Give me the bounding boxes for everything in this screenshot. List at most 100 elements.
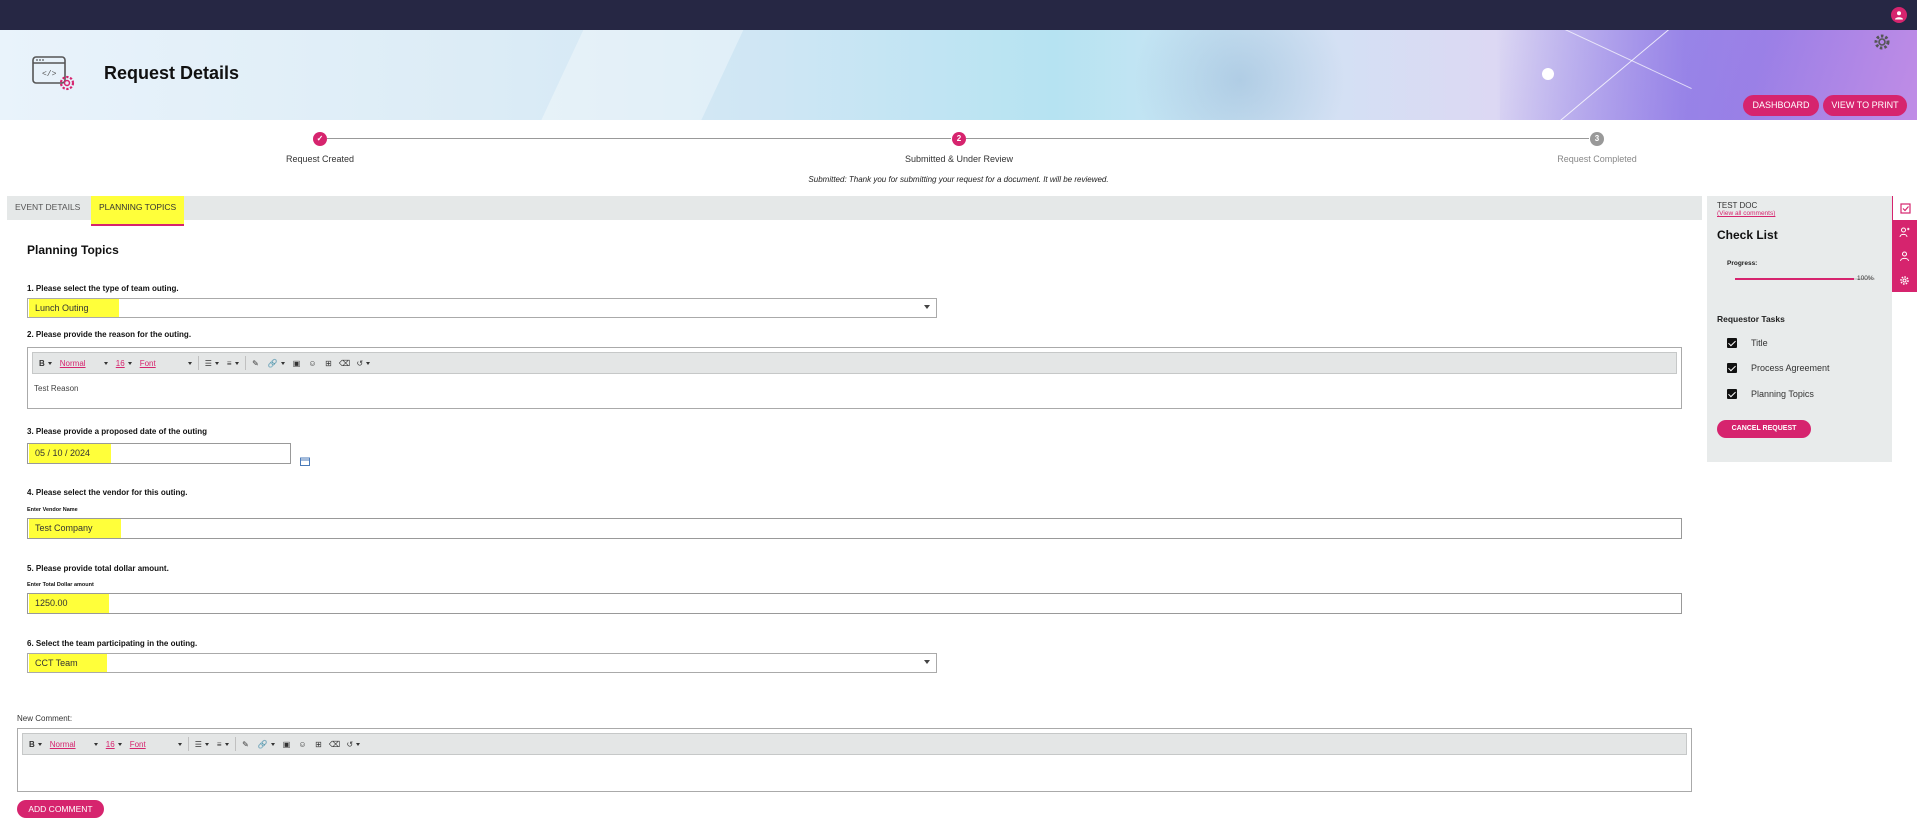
checklist-title: Check List	[1717, 228, 1778, 242]
comment-editor[interactable]: B Normal 16 Font ☰ ≡ ✎ 🔗 ▣ ☺ ⊞ ⌫ ↺	[17, 728, 1692, 792]
font-size-select[interactable]: 16	[104, 736, 124, 752]
undo-icon[interactable]: ↺	[345, 736, 363, 752]
top-bar	[0, 0, 1917, 30]
view-to-print-button[interactable]: VIEW TO PRINT	[1823, 95, 1907, 116]
font-family-select[interactable]: Font	[138, 355, 194, 371]
bold-button[interactable]: B	[37, 355, 54, 371]
vendor-name-input[interactable]: Test Company	[27, 518, 1682, 539]
outing-date-input[interactable]: 05 / 10 / 2024	[27, 443, 291, 464]
editor-content: Test Reason	[34, 384, 79, 393]
svg-text:</>: </>	[42, 70, 57, 79]
select-value: CCT Team	[29, 654, 107, 672]
checklist-tab-icon[interactable]	[1892, 196, 1917, 220]
tasks-title: Requestor Tasks	[1717, 314, 1785, 324]
image-icon[interactable]: ▣	[291, 359, 303, 368]
question-label: 3. Please provide a proposed date of the…	[27, 427, 208, 436]
task-label: Planning Topics	[1751, 389, 1814, 399]
highlight-icon[interactable]: ✎	[250, 359, 262, 368]
editor-toolbar: B Normal 16 Font ☰ ≡ ✎ 🔗 ▣ ☺ ⊞ ⌫ ↺	[22, 733, 1687, 755]
checkbox-checked-icon[interactable]	[1727, 338, 1737, 348]
dashboard-button[interactable]: DASHBOARD	[1743, 95, 1819, 116]
task-label: Process Agreement	[1751, 363, 1830, 373]
progress-bar	[1735, 278, 1875, 280]
progress-stepper: ✓ 2 3 Request Created Submitted & Under …	[0, 120, 1917, 190]
image-icon[interactable]: ▣	[281, 740, 293, 749]
code-settings-icon: </>	[32, 56, 75, 91]
field-sublabel: Enter Total Dollar amount	[27, 582, 94, 588]
tab-event-details[interactable]: EVENT DETAILS	[7, 196, 88, 220]
step-label: Request Created	[285, 154, 355, 164]
eraser-icon[interactable]: ⌫	[329, 740, 341, 749]
list-icon[interactable]: ☰	[193, 736, 211, 752]
add-comment-button[interactable]: ADD COMMENT	[17, 800, 104, 818]
question-label: 4. Please select the vendor for this out…	[27, 488, 188, 497]
font-size-select[interactable]: 16	[114, 355, 134, 371]
select-value: Lunch Outing	[29, 299, 119, 317]
progress-label: Progress:	[1727, 260, 1758, 267]
question-label: 1. Please select the type of team outing…	[27, 284, 179, 293]
add-user-tab-icon[interactable]	[1892, 220, 1917, 244]
user-icon[interactable]	[1891, 7, 1907, 23]
format-select[interactable]: Normal	[58, 355, 110, 371]
align-icon[interactable]: ≡	[215, 736, 231, 752]
settings-tab-icon[interactable]	[1892, 268, 1917, 292]
reason-editor[interactable]: B Normal 16 Font ☰ ≡ ✎ 🔗 ▣ ☺ ⊞ ⌫ ↺ Test …	[27, 347, 1682, 409]
emoji-icon[interactable]: ☺	[307, 359, 319, 368]
align-icon[interactable]: ≡	[225, 355, 241, 371]
gear-icon[interactable]	[1873, 33, 1891, 51]
input-value: Test Company	[29, 519, 121, 538]
stepper-line	[327, 138, 951, 139]
checkbox-checked-icon[interactable]	[1727, 389, 1737, 399]
input-value: 1250.00	[29, 594, 109, 613]
status-message: Submitted: Thank you for submitting your…	[808, 175, 1109, 184]
task-item[interactable]: Planning Topics	[1727, 389, 1814, 399]
format-select[interactable]: Normal	[48, 736, 100, 752]
step-label: Request Completed	[1557, 154, 1637, 164]
stepper-line	[966, 138, 1589, 139]
cancel-request-button[interactable]: CANCEL REQUEST	[1717, 420, 1811, 438]
progress-fill	[1735, 278, 1854, 280]
list-icon[interactable]: ☰	[203, 355, 221, 371]
emoji-icon[interactable]: ☺	[297, 740, 309, 749]
undo-icon[interactable]: ↺	[355, 355, 373, 371]
tab-planning-topics[interactable]: PLANNING TOPICS	[91, 196, 185, 226]
link-icon[interactable]: 🔗	[256, 736, 277, 752]
side-tab-strip	[1892, 196, 1917, 292]
outing-type-select[interactable]: Lunch Outing	[27, 298, 937, 318]
question-label: 6. Select the team participating in the …	[27, 639, 198, 648]
highlight-icon[interactable]: ✎	[240, 740, 252, 749]
eraser-icon[interactable]: ⌫	[339, 359, 351, 368]
calendar-icon[interactable]	[300, 457, 310, 466]
doc-name: TEST DOC	[1717, 201, 1758, 210]
date-value: 05 / 10 / 2024	[29, 444, 111, 463]
task-item[interactable]: Title	[1727, 338, 1768, 348]
user-tab-icon[interactable]	[1892, 244, 1917, 268]
table-icon[interactable]: ⊞	[313, 740, 325, 749]
step-done-icon: ✓	[313, 132, 327, 146]
section-title: Planning Topics	[27, 243, 119, 257]
team-select[interactable]: CCT Team	[27, 653, 937, 673]
chevron-down-icon	[924, 305, 930, 309]
task-item[interactable]: Process Agreement	[1727, 363, 1830, 373]
dollar-amount-input[interactable]: 1250.00	[27, 593, 1682, 614]
checkbox-checked-icon[interactable]	[1727, 363, 1737, 373]
table-icon[interactable]: ⊞	[323, 359, 335, 368]
link-icon[interactable]: 🔗	[266, 355, 287, 371]
task-label: Title	[1751, 338, 1768, 348]
progress-value: 100%	[1857, 275, 1874, 282]
field-sublabel: Enter Vendor Name	[27, 507, 78, 513]
step-pending-marker: 3	[1590, 132, 1604, 146]
step-label: Submitted & Under Review	[904, 154, 1014, 164]
tab-bar: EVENT DETAILS PLANNING TOPICS	[7, 196, 1702, 226]
view-comments-link[interactable]: (View all comments)	[1717, 210, 1775, 217]
editor-toolbar: B Normal 16 Font ☰ ≡ ✎ 🔗 ▣ ☺ ⊞ ⌫ ↺	[32, 352, 1677, 374]
font-family-select[interactable]: Font	[128, 736, 184, 752]
bold-button[interactable]: B	[27, 736, 44, 752]
page-title: Request Details	[104, 63, 240, 83]
step-current-marker: 2	[952, 132, 966, 146]
question-label: 5. Please provide total dollar amount.	[27, 564, 169, 573]
comment-label: New Comment:	[17, 714, 73, 723]
header-banner: </> Request Details DASHBOARD VIEW TO PR…	[0, 30, 1917, 120]
question-label: 2. Please provide the reason for the out…	[27, 330, 192, 339]
checklist-panel: TEST DOC (View all comments) Check List …	[1707, 196, 1892, 462]
